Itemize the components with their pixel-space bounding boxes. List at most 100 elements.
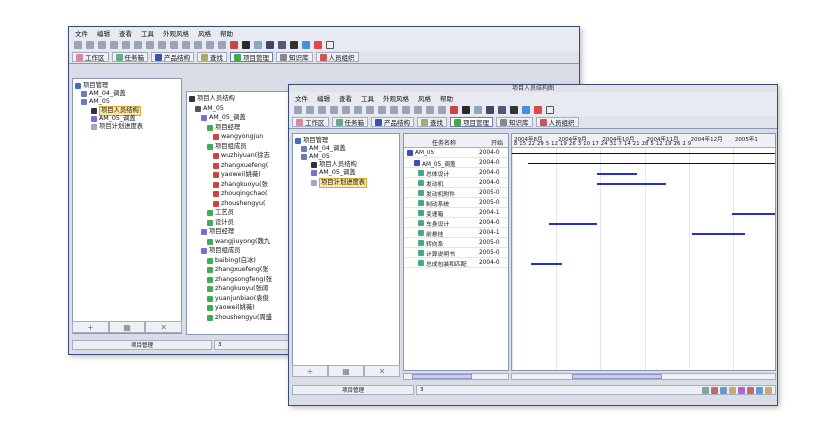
task-row[interactable]: 发动机 2004-0: [404, 179, 508, 188]
mail-icon[interactable]: [326, 40, 334, 49]
org-tree-node[interactable]: 项目组成员: [207, 143, 246, 151]
scroll-thumb[interactable]: [572, 374, 662, 379]
task-row[interactable]: AM_05 2004-0: [404, 149, 508, 158]
task-table-hscroll[interactable]: [403, 373, 509, 380]
scroll-thumb[interactable]: [412, 374, 472, 379]
gear-icon[interactable]: [462, 105, 470, 114]
tree-node[interactable]: AM_05: [301, 153, 330, 161]
menu-appearance[interactable]: 外观风格: [163, 28, 189, 38]
home-icon[interactable]: [486, 105, 494, 114]
tree-node[interactable]: AM_04_调盖: [301, 145, 346, 153]
org-tree-node[interactable]: yuanjunbiao(袁俊: [207, 295, 269, 303]
menu-file[interactable]: 文件: [75, 28, 88, 38]
globe-icon[interactable]: [522, 105, 530, 114]
menu-view[interactable]: 查看: [119, 28, 132, 38]
org-tree-node[interactable]: zhoushengyu(: [213, 200, 265, 208]
menu-style[interactable]: 风格: [198, 28, 211, 38]
grid-button[interactable]: ▦: [328, 365, 364, 377]
org-tree-node[interactable]: zhangkuoyu(张: [213, 181, 268, 189]
menu-tools[interactable]: 工具: [141, 28, 154, 38]
org-tree-node[interactable]: 项目经理: [201, 228, 234, 236]
menu-view[interactable]: 查看: [339, 93, 352, 103]
folder-icon[interactable]: [158, 40, 166, 49]
gantt-task-bar[interactable]: [596, 183, 666, 185]
paste-icon[interactable]: [98, 40, 106, 49]
org-tree-node[interactable]: wangjiuyong(魏九: [207, 238, 270, 246]
org-tree-node[interactable]: 项目组成员: [201, 247, 240, 255]
menu-help[interactable]: 帮助: [440, 93, 453, 103]
tree-node[interactable]: AM_05_调盖: [91, 115, 136, 123]
tab-knowledge[interactable]: 知识库: [276, 52, 313, 62]
org-tree-node[interactable]: 项目人员结构: [189, 95, 235, 103]
org-tree-node[interactable]: 项目经理: [207, 124, 240, 132]
paste-icon[interactable]: [318, 105, 326, 114]
gantt-task-bar[interactable]: [549, 223, 597, 225]
tab-project[interactable]: 项目管理: [450, 117, 493, 127]
doc3-icon[interactable]: [414, 105, 422, 114]
tab-taskbox[interactable]: 任务箱: [331, 117, 368, 127]
filter-icon[interactable]: [290, 40, 298, 49]
org-tree-node[interactable]: AM_05: [195, 105, 224, 113]
stop-icon[interactable]: [314, 40, 322, 49]
doc5-icon[interactable]: [438, 105, 446, 114]
tree-node[interactable]: 项目管理: [75, 82, 108, 90]
tab-product[interactable]: 产品结构: [151, 52, 194, 62]
org-tree-node[interactable]: wangyongjun: [213, 133, 263, 141]
grid-button[interactable]: ▦: [108, 321, 146, 333]
folder-icon[interactable]: [378, 105, 386, 114]
add-button[interactable]: +: [72, 321, 109, 333]
tab-people[interactable]: 人员组织: [315, 52, 359, 62]
org-tree-node[interactable]: yaowei(姚薇): [207, 304, 255, 312]
org-tree-node[interactable]: 设计员: [207, 219, 234, 227]
menu-appearance[interactable]: 外观风格: [383, 93, 409, 103]
filter-icon[interactable]: [510, 105, 518, 114]
tab-search[interactable]: 查找: [417, 117, 447, 127]
doc3-icon[interactable]: [194, 40, 202, 49]
remove-button[interactable]: ✕: [364, 365, 400, 377]
menu-tools[interactable]: 工具: [361, 93, 374, 103]
link-icon[interactable]: [474, 105, 482, 114]
tree-node[interactable]: 项目管理: [295, 137, 328, 145]
chart-icon[interactable]: [498, 105, 506, 114]
gantt-task-bar[interactable]: [692, 233, 746, 235]
tab-taskbox[interactable]: 任务箱: [111, 52, 148, 62]
chart-icon[interactable]: [278, 40, 286, 49]
task-row[interactable]: 总成包装和匹配 2004-0: [404, 259, 508, 268]
task-row[interactable]: 变速箱 2004-1: [404, 209, 508, 218]
task-row[interactable]: 发动机附件 2005-0: [404, 189, 508, 198]
org-tree-node[interactable]: 工艺员: [207, 209, 234, 217]
task-row[interactable]: 总体设计 2004-0: [404, 169, 508, 178]
tray-app-icon[interactable]: [711, 386, 718, 394]
task-row[interactable]: 转向系 2005-0: [404, 239, 508, 248]
flow-icon[interactable]: [450, 105, 458, 114]
doc4-icon[interactable]: [206, 40, 214, 49]
lock-icon[interactable]: [546, 105, 554, 114]
org-tree-node[interactable]: wuzhiyuan(徐志: [213, 152, 270, 160]
properties-icon[interactable]: [122, 40, 130, 49]
tray-app-icon[interactable]: [738, 386, 745, 394]
checkout-icon[interactable]: [366, 105, 374, 114]
tab-workspace[interactable]: 工作区: [292, 117, 329, 127]
cut-icon[interactable]: [74, 40, 82, 49]
tray-app-icon[interactable]: [720, 386, 727, 394]
doc2-icon[interactable]: [402, 105, 410, 114]
checkout-icon[interactable]: [146, 40, 154, 49]
doc2-icon[interactable]: [182, 40, 190, 49]
properties-icon[interactable]: [342, 105, 350, 114]
tree-node[interactable]: 项目人员结构: [311, 161, 357, 169]
gear-icon[interactable]: [242, 40, 250, 49]
tree-node[interactable]: AM_05: [81, 98, 110, 106]
col-start[interactable]: 开始: [491, 138, 503, 147]
tab-search[interactable]: 查找: [197, 52, 227, 62]
delete-icon[interactable]: [110, 40, 118, 49]
org-tree-node[interactable]: zhangxuefeng(: [213, 162, 268, 170]
copy-icon[interactable]: [306, 105, 314, 114]
doc-icon[interactable]: [170, 40, 178, 49]
task-row[interactable]: 车身设计 2004-0: [404, 219, 508, 228]
tab-knowledge[interactable]: 知识库: [496, 117, 533, 127]
add-button[interactable]: +: [292, 365, 328, 377]
delete-icon[interactable]: [330, 105, 338, 114]
gantt-task-bar[interactable]: [596, 173, 637, 175]
col-task-name[interactable]: 任务名称: [432, 138, 456, 147]
tab-people[interactable]: 人员组织: [535, 117, 579, 127]
